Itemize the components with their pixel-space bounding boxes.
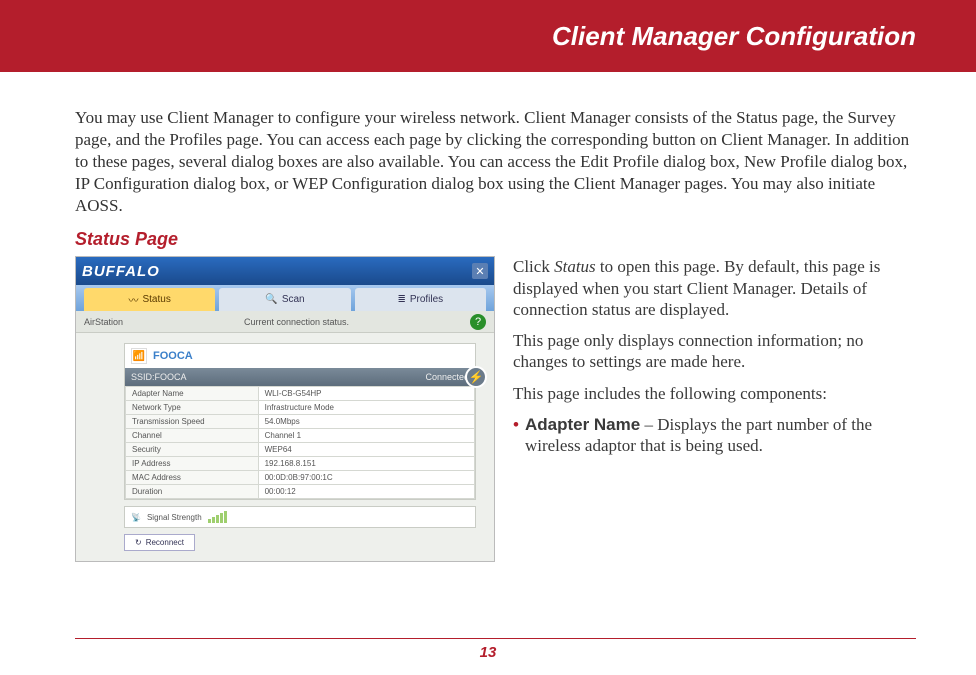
table-row: IP Address192.168.8.151 xyxy=(126,457,475,471)
cell-key: Channel xyxy=(126,429,259,443)
connected-label: Connected xyxy=(425,372,469,382)
cell-val: 00:0D:0B:97:00:1C xyxy=(258,471,474,485)
ssid-label: SSID:FOOCA xyxy=(131,372,187,382)
reconnect-button[interactable]: ↻ Reconnect xyxy=(124,534,195,551)
tab-label: Status xyxy=(142,294,170,305)
subbar-center: Current connection status. xyxy=(244,317,349,327)
table-row: Network TypeInfrastructure Mode xyxy=(126,401,475,415)
cell-key: Transmission Speed xyxy=(126,415,259,429)
bottom-button-row: ↻ Reconnect xyxy=(124,534,476,551)
tab-label: Profiles xyxy=(410,294,443,305)
brand-logo: BUFFALO xyxy=(82,263,160,280)
status-panel: 📶 FOOCA SSID:FOOCA Connected ⚡ Adapter N… xyxy=(124,343,476,500)
bullet-label: Adapter Name xyxy=(525,415,640,434)
refresh-icon: ↻ xyxy=(135,538,142,547)
bullet-adapter-name: • Adapter Name – Displays the part numbe… xyxy=(513,414,916,457)
status-p2: This page only displays connection infor… xyxy=(513,330,916,373)
header-band: Client Manager Configuration xyxy=(0,0,976,72)
close-icon[interactable]: ✕ xyxy=(472,263,488,279)
sub-bar: AirStation Current connection status. ? xyxy=(76,311,494,333)
status-icon: 〰 xyxy=(128,292,138,307)
table-row: Transmission Speed54.0Mbps xyxy=(126,415,475,429)
bullet-body: Adapter Name – Displays the part number … xyxy=(525,414,916,457)
table-row: Adapter NameWLI-CB-G54HP xyxy=(126,387,475,401)
tab-status[interactable]: 〰 Status xyxy=(84,288,215,311)
cell-val: 192.168.8.151 xyxy=(258,457,474,471)
search-icon: 🔍 xyxy=(265,294,277,305)
status-table: Adapter NameWLI-CB-G54HP Network TypeInf… xyxy=(125,386,475,499)
reconnect-label: Reconnect xyxy=(146,538,184,547)
subbar-left: AirStation xyxy=(84,317,123,327)
ssid-name: FOOCA xyxy=(153,350,193,362)
table-row: MAC Address00:0D:0B:97:00:1C xyxy=(126,471,475,485)
cell-val: 00:00:12 xyxy=(258,485,474,499)
cell-key: MAC Address xyxy=(126,471,259,485)
cell-val: WLI-CB-G54HP xyxy=(258,387,474,401)
client-manager-window: BUFFALO ✕ 〰 Status 🔍 Scan ≣ Profiles xyxy=(75,256,495,562)
page-number: 13 xyxy=(0,644,976,661)
cell-key: Duration xyxy=(126,485,259,499)
tab-profiles[interactable]: ≣ Profiles xyxy=(355,288,486,311)
status-p1: Click Status to open this page. By defau… xyxy=(513,256,916,320)
cell-val: Infrastructure Mode xyxy=(258,401,474,415)
cell-key: Adapter Name xyxy=(126,387,259,401)
page-title: Client Manager Configuration xyxy=(552,21,916,52)
status-em: Status xyxy=(554,257,596,276)
table-row: SecurityWEP64 xyxy=(126,443,475,457)
intro-paragraph: You may use Client Manager to configure … xyxy=(75,107,916,217)
cell-val: WEP64 xyxy=(258,443,474,457)
section-heading: Status Page xyxy=(75,229,916,250)
status-description: Click Status to open this page. By defau… xyxy=(513,256,916,562)
ssid-bar: SSID:FOOCA Connected ⚡ xyxy=(125,368,475,386)
connection-badge-icon: ⚡ xyxy=(465,366,487,388)
cell-key: IP Address xyxy=(126,457,259,471)
help-icon[interactable]: ? xyxy=(470,314,486,330)
status-p3: This page includes the following compone… xyxy=(513,383,916,404)
tab-bar: 〰 Status 🔍 Scan ≣ Profiles xyxy=(76,285,494,311)
two-column-layout: BUFFALO ✕ 〰 Status 🔍 Scan ≣ Profiles xyxy=(75,256,916,562)
table-row: Duration00:00:12 xyxy=(126,485,475,499)
list-icon: ≣ xyxy=(397,294,405,305)
title-bar: BUFFALO ✕ xyxy=(76,257,494,285)
content-area: You may use Client Manager to configure … xyxy=(0,72,976,562)
antenna-icon: 📡 xyxy=(131,513,141,522)
antenna-icon: 📶 xyxy=(131,348,147,364)
screenshot-figure: BUFFALO ✕ 〰 Status 🔍 Scan ≣ Profiles xyxy=(75,256,495,562)
cell-key: Security xyxy=(126,443,259,457)
signal-bars-icon xyxy=(208,511,469,523)
cell-key: Network Type xyxy=(126,401,259,415)
footer-divider xyxy=(75,638,916,639)
tab-scan[interactable]: 🔍 Scan xyxy=(219,288,350,311)
signal-label: Signal Strength xyxy=(147,513,202,522)
ssid-header: 📶 FOOCA xyxy=(125,344,475,368)
tab-label: Scan xyxy=(282,294,305,305)
bullet-icon: • xyxy=(513,414,519,457)
text: Click xyxy=(513,257,554,276)
cell-val: Channel 1 xyxy=(258,429,474,443)
cell-val: 54.0Mbps xyxy=(258,415,474,429)
table-row: ChannelChannel 1 xyxy=(126,429,475,443)
signal-strength-panel: 📡 Signal Strength xyxy=(124,506,476,528)
